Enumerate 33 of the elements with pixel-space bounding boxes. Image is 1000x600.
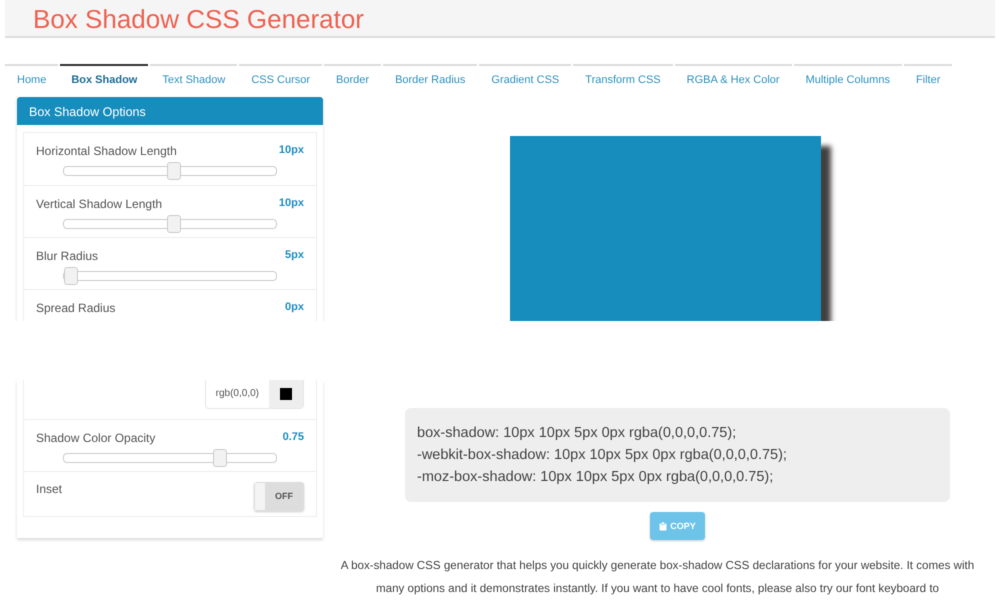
slider-thumb[interactable] (212, 449, 226, 467)
option-label: Inset (36, 482, 62, 496)
color-input-field[interactable]: rgb(0,0,0) (204, 380, 304, 409)
css-code-line: box-shadow: 10px 10px 5px 0px rgba(0,0,0,0.75); (417, 424, 738, 443)
option-value: 0.75 (282, 431, 304, 443)
panel-header: Box Shadow Options (17, 97, 323, 125)
nav-tab[interactable]: Gradient CSS (479, 64, 572, 97)
option-value: 10px (278, 197, 304, 209)
option-label: Vertical Shadow Length (36, 197, 162, 211)
slider-thumb[interactable] (64, 267, 78, 285)
page-title: Box Shadow CSS Generator (32, 3, 365, 36)
option-label: Shadow Color Opacity (36, 431, 156, 445)
clipboard-icon (659, 522, 668, 530)
option-label: Horizontal Shadow Length (36, 144, 177, 158)
slider-thumb[interactable] (166, 162, 181, 180)
css-code-line: -moz-box-shadow: 10px 10px 5px 0px rgba(0,0,0,0.75); (417, 468, 774, 487)
nav-tab[interactable]: Border (324, 64, 382, 97)
option-value: 5px (285, 249, 304, 261)
slider-thumb[interactable] (166, 215, 181, 233)
color-swatch[interactable] (280, 388, 292, 400)
nav-tab[interactable]: RGBA & Hex Color (674, 64, 792, 97)
toggle-switch[interactable]: OFF (254, 482, 304, 511)
copy-button[interactable]: COPY (650, 512, 705, 540)
nav-tab[interactable]: Multiple Columns (794, 64, 902, 97)
description-paragraph: A box-shadow CSS generator that helps you quickly generate box-shadow CSS declarations for your website. It comes with many options and it demonstrates instantly. If you want to have cool fonts, please also try our font keyboard to (340, 558, 976, 597)
option-label: Spread Radius (36, 301, 116, 315)
css-code-line: -webkit-box-shadow: 10px 10px 5px 0px rgba(0,0,0,0.75); (417, 446, 788, 465)
option-label: Blur Radius (36, 249, 98, 263)
nav-tab[interactable]: Transform CSS (573, 64, 673, 97)
nav-tab[interactable]: Filter (904, 64, 952, 97)
nav-tab[interactable]: Border Radius (383, 64, 478, 97)
option-value: 0px (285, 301, 304, 313)
option-value: 10px (278, 144, 304, 156)
